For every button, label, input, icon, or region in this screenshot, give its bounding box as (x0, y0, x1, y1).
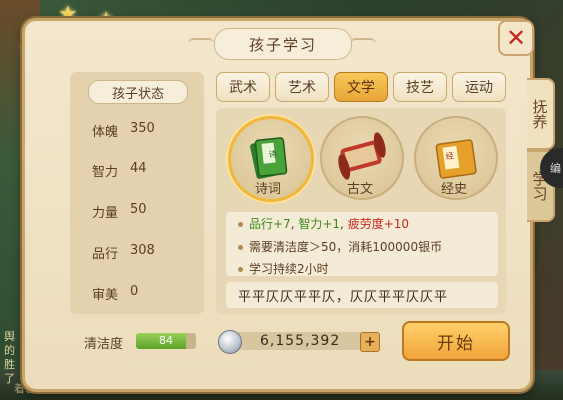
status-column (70, 72, 204, 314)
stat-value: 350 (130, 121, 155, 136)
tab-sports[interactable]: 运动 (452, 72, 506, 102)
stat-label: 品行 (92, 247, 119, 262)
effect-gains: 品行+7, 智力+1, 疲劳度+10 (238, 215, 409, 232)
stat-value: 308 (130, 243, 155, 258)
stat-strength: 力量 50 (92, 202, 147, 221)
background-side-text: 舆的胜了 (4, 330, 15, 385)
silver-coin-icon (218, 330, 242, 354)
bullet-icon (238, 245, 243, 250)
stat-value: 50 (130, 202, 147, 217)
bullet-icon (238, 222, 243, 227)
stat-label: 体魄 (92, 125, 119, 140)
title-ornament-left (188, 38, 214, 50)
svg-text:经: 经 (445, 150, 454, 161)
side-tab-raise[interactable]: 抚养 (527, 78, 555, 150)
poem-line: 平平仄仄平平仄，仄仄平平仄仄平 (226, 282, 498, 308)
stat-label: 力量 (92, 206, 119, 221)
course-label: 古文 (346, 182, 373, 197)
stat-intelligence: 智力 44 (92, 161, 147, 180)
currency-amount: 6,155,392 (260, 333, 341, 349)
tab-art[interactable]: 艺术 (275, 72, 329, 102)
effect-fatigue: 疲劳度+10 (347, 217, 410, 231)
stat-value: 44 (130, 161, 147, 176)
bullet-icon (238, 267, 243, 272)
tab-literature[interactable]: 文学 (334, 72, 388, 102)
start-button[interactable]: 开始 (402, 321, 510, 361)
duration-text: 学习持续2小时 (249, 262, 329, 276)
cleanliness-label: 清洁度 (84, 337, 124, 352)
add-currency-button[interactable]: + (360, 332, 380, 352)
stat-value: 0 (130, 284, 139, 299)
close-button[interactable]: ✕ (498, 20, 534, 56)
title-ornament-right (350, 38, 376, 50)
svg-text:诗: 诗 (268, 148, 277, 159)
stat-label: 审美 (92, 288, 119, 303)
effect-requirement: 需要清洁度＞50，消耗100000银币 (238, 238, 442, 255)
effect-intelligence: 智力+1 (298, 217, 341, 231)
course-label: 经史 (440, 182, 467, 197)
course-label: 诗词 (254, 182, 281, 197)
stat-aesthetics: 审美 0 (92, 284, 138, 303)
effect-conduct: 品行+7 (249, 217, 291, 231)
effect-duration: 学习持续2小时 (238, 260, 329, 277)
panel-title: 孩子学习 (214, 28, 352, 60)
close-icon: ✕ (505, 24, 527, 52)
tab-crafts[interactable]: 技艺 (393, 72, 447, 102)
requirement-text: 需要清洁度＞50，消耗100000银币 (249, 240, 443, 254)
tab-martial-arts[interactable]: 武术 (216, 72, 270, 102)
status-header: 孩子状态 (88, 80, 188, 104)
stat-conduct: 品行 308 (92, 243, 155, 262)
cleanliness-value: 84 (159, 334, 173, 347)
stat-label: 智力 (92, 165, 119, 180)
stat-physique: 体魄 350 (92, 121, 155, 140)
